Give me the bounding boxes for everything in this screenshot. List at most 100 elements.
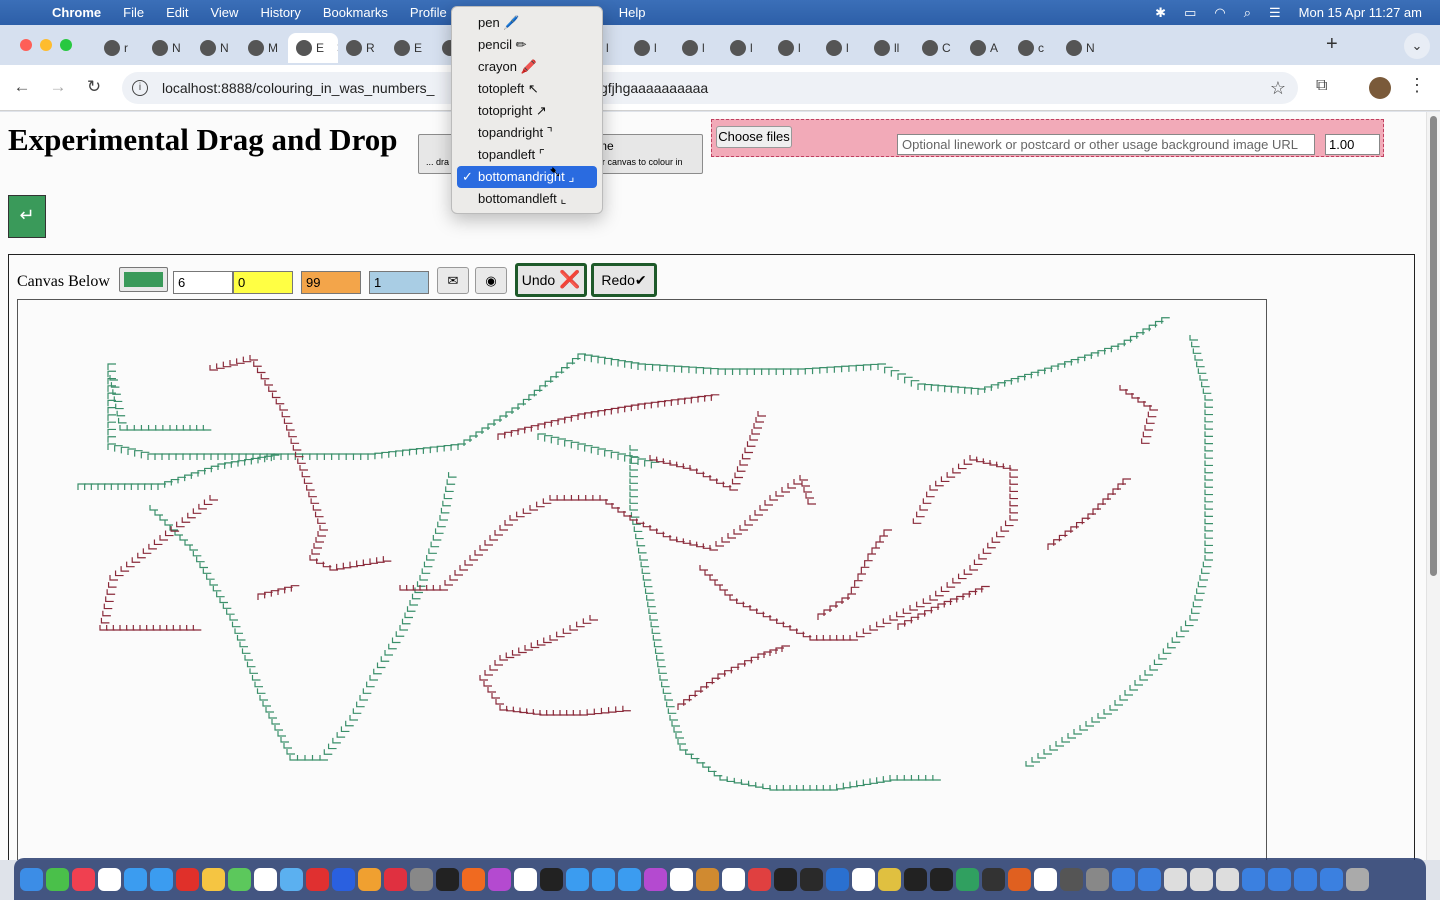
file-drop-panel[interactable]: Choose files Optional linework or postca… <box>711 119 1384 157</box>
save-button[interactable]: ◉ <box>475 267 507 294</box>
dock-app-icon[interactable] <box>488 867 511 891</box>
brush-option[interactable]: pencil ✏ <box>457 34 597 56</box>
dock-app-icon[interactable] <box>722 867 745 891</box>
dock-app-icon[interactable] <box>592 867 615 891</box>
dock-app-icon[interactable] <box>358 867 381 891</box>
dock-app-icon[interactable] <box>1164 867 1187 891</box>
control-center-icon[interactable]: ☰ <box>1269 5 1281 21</box>
dock-app-icon[interactable] <box>748 867 771 891</box>
menu-view[interactable]: View <box>210 5 238 20</box>
dock-app-icon[interactable] <box>1320 867 1343 891</box>
profile-avatar[interactable] <box>1369 77 1391 99</box>
brush-option[interactable]: totopright ↗ <box>457 100 597 122</box>
battery-icon[interactable]: ▭ <box>1184 5 1196 21</box>
drawing-canvas[interactable] <box>17 299 1267 860</box>
background-url-input[interactable]: Optional linework or postcard or other u… <box>897 134 1315 155</box>
color-picker[interactable] <box>119 267 168 292</box>
reload-icon[interactable]: ↻ <box>82 77 106 97</box>
browser-tab[interactable]: ll <box>866 33 914 63</box>
site-info-icon[interactable]: i <box>132 80 148 96</box>
forward-arrow-icon[interactable]: → <box>46 77 70 97</box>
email-button[interactable]: ✉ <box>437 267 469 294</box>
browser-tab[interactable]: M <box>240 33 288 63</box>
dock-app-icon[interactable] <box>1008 867 1031 891</box>
enter-button[interactable]: ↵ <box>8 195 46 238</box>
dock-app-icon[interactable] <box>254 867 277 891</box>
bluetooth-icon[interactable]: ✱ <box>1155 5 1166 21</box>
dock-app-icon[interactable] <box>1242 867 1265 891</box>
dock-app-icon[interactable] <box>1138 867 1161 891</box>
dock-app-icon[interactable] <box>20 867 43 891</box>
dock-app-icon[interactable] <box>124 867 147 891</box>
dock-app-icon[interactable] <box>462 867 485 891</box>
browser-tab[interactable]: c <box>1010 33 1058 63</box>
brush-option[interactable]: topandright ⌝ <box>457 122 597 144</box>
menu-help[interactable]: Help <box>619 5 646 20</box>
dock-app-icon[interactable] <box>930 867 953 891</box>
browser-tab[interactable]: E✕ <box>288 33 338 63</box>
menu-file[interactable]: File <box>123 5 144 20</box>
browser-tab[interactable]: E <box>386 33 434 63</box>
bookmark-star-icon[interactable]: ☆ <box>1270 78 1286 99</box>
dock-app-icon[interactable] <box>436 867 459 891</box>
dock-app-icon[interactable] <box>1216 867 1239 891</box>
browser-tab[interactable]: l <box>770 33 818 63</box>
browser-tab[interactable]: r <box>96 33 144 63</box>
menu-history[interactable]: History <box>260 5 300 20</box>
dock-app-icon[interactable] <box>176 867 199 891</box>
dock-app-icon[interactable] <box>72 867 95 891</box>
dock-app-icon[interactable] <box>1034 867 1057 891</box>
opacity-input[interactable]: 1.00 <box>1325 134 1380 155</box>
back-arrow-icon[interactable]: ← <box>10 77 34 97</box>
brush-option[interactable]: totopleft ↖ <box>457 78 597 100</box>
dock-app-icon[interactable] <box>98 867 121 891</box>
page-scrollbar[interactable] <box>1426 112 1440 860</box>
extensions-puzzle-icon[interactable]: ⧉ <box>1316 77 1327 95</box>
dock-app-icon[interactable] <box>1060 867 1083 891</box>
dock-app-icon[interactable] <box>878 867 901 891</box>
browser-menu-icon[interactable]: ⋮ <box>1408 75 1426 96</box>
dock-app-icon[interactable] <box>306 867 329 891</box>
browser-tab[interactable]: N <box>1058 33 1106 63</box>
dock-app-icon[interactable] <box>618 867 641 891</box>
window-close-button[interactable] <box>20 39 32 51</box>
yellow-value-input[interactable]: 0 <box>233 271 293 294</box>
choose-files-button[interactable]: Choose files <box>716 126 792 148</box>
scrollbar-thumb[interactable] <box>1430 116 1437 576</box>
menu-bookmarks[interactable]: Bookmarks <box>323 5 388 20</box>
dock-app-icon[interactable] <box>1190 867 1213 891</box>
dock-app-icon[interactable] <box>410 867 433 891</box>
menubar-clock[interactable]: Mon 15 Apr 11:27 am <box>1299 5 1422 20</box>
dock-app-icon[interactable] <box>202 867 225 891</box>
dock-app-icon[interactable] <box>1112 867 1135 891</box>
tab-search-button[interactable]: ⌄ <box>1404 33 1430 59</box>
dock-app-icon[interactable] <box>904 867 927 891</box>
browser-tab[interactable]: l <box>818 33 866 63</box>
dock-app-icon[interactable] <box>150 867 173 891</box>
brush-size-input[interactable]: 6 <box>173 271 233 294</box>
blue-value-input[interactable]: 1 <box>369 271 429 294</box>
dock-app-icon[interactable] <box>384 867 407 891</box>
menu-edit[interactable]: Edit <box>166 5 188 20</box>
window-zoom-button[interactable] <box>60 39 72 51</box>
dock-app-icon[interactable] <box>956 867 979 891</box>
dock-app-icon[interactable] <box>644 867 667 891</box>
browser-tab[interactable]: A <box>962 33 1010 63</box>
dock-app-icon[interactable] <box>800 867 823 891</box>
orange-value-input[interactable]: 99 <box>301 271 361 294</box>
dock-app-icon[interactable] <box>1086 867 1109 891</box>
browser-tab[interactable]: l <box>626 33 674 63</box>
dock-app-icon[interactable] <box>514 867 537 891</box>
dock-app-icon[interactable] <box>1294 867 1317 891</box>
dock-app-icon[interactable] <box>228 867 251 891</box>
dock-app-icon[interactable] <box>826 867 849 891</box>
dock-app-icon[interactable] <box>566 867 589 891</box>
dock-app-icon[interactable] <box>982 867 1005 891</box>
brush-type-dropdown[interactable]: pen 🖊️ pencil ✏ crayon 🖍️ totopleft ↖ totopr… <box>451 6 603 214</box>
menu-app[interactable]: Chrome <box>52 5 101 20</box>
dock-app-icon[interactable] <box>46 867 69 891</box>
spotlight-search-icon[interactable]: ⌕ <box>1244 5 1251 21</box>
undo-button[interactable]: Undo ❌ <box>515 263 587 297</box>
brush-option[interactable]: topandleft ⌜ <box>457 144 597 166</box>
browser-tab[interactable]: N <box>192 33 240 63</box>
